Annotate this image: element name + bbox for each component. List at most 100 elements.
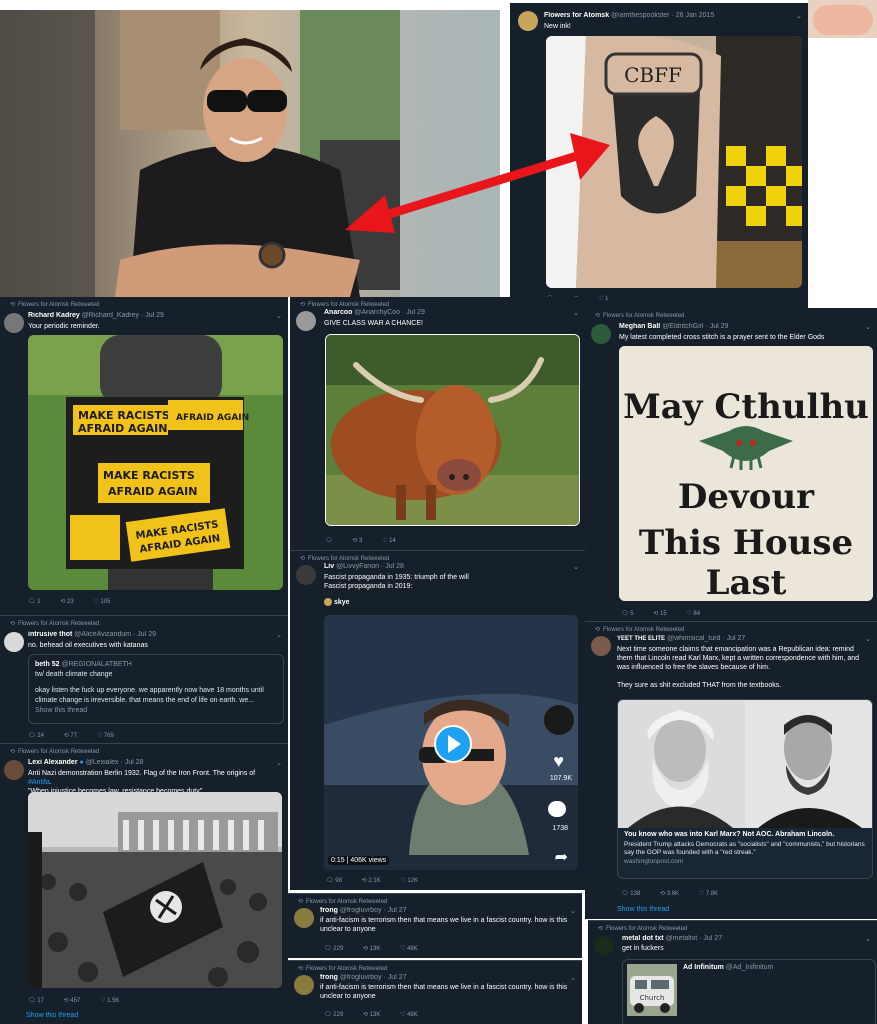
kadrey-tweet[interactable]: ⟲ Flowers for Atomsk Retweeted Richard Ka… [0,297,288,615]
hashtag-link[interactable]: #Antifa [28,779,50,786]
retweet-label: ⟲ Flowers for Atomsk Retweeted [10,302,100,308]
show-thread-link[interactable]: Show this thread [26,1012,78,1019]
play-button[interactable] [434,725,472,763]
author-name[interactable]: intrusive thot [28,631,72,638]
intrusive-tweet[interactable]: ⟲ Flowers for Atomsk Retweeted intrusive … [0,615,288,743]
stitch-line-2: Devour [678,477,815,517]
retweet-count[interactable]: ⟲ 15 [653,611,666,617]
sticker-photo[interactable]: MAKE RACISTS AFRAID AGAIN AFRAID AGAIN M… [28,335,283,590]
like-count[interactable]: ♡ 12K [400,878,418,884]
chevron-down-icon[interactable]: ⌄ [865,323,871,331]
reply-count[interactable]: 🗨 5 [621,611,634,617]
chevron-down-icon[interactable]: ⌄ [570,907,576,915]
like-count[interactable]: ♡ 48K [400,1012,418,1018]
frong-tweet[interactable]: ⟲ Flowers for Atomsk Retweeted frong @fro… [288,893,582,958]
police-video[interactable]: ♥ 107.9K 1738 ➦ 0:15 | 406K views [324,615,578,870]
link-card[interactable]: You know who was into Karl Marx? Not AOC… [617,699,873,879]
author-name[interactable]: Lexi Alexander [28,759,78,766]
comment-icon[interactable] [548,801,566,817]
like-icon[interactable]: ♡ 1 [598,296,608,302]
reply-count[interactable]: 🗨 229 [324,1012,343,1018]
chevron-down-icon[interactable]: ⌄ [276,631,282,639]
reply-count[interactable]: 🗨 229 [324,946,343,952]
author-name[interactable]: metal dot txt [622,935,664,942]
reply-icon[interactable]: 🗨 [325,538,333,544]
author-name[interactable]: Anarcoo [324,309,352,316]
avatar[interactable] [4,313,24,333]
like-count[interactable]: ♡ 14 [382,538,396,544]
retweet-label: ⟲ Flowers for Atomsk Retweeted [595,627,685,633]
show-thread-link[interactable]: Show this thread [617,906,669,913]
author-name[interactable]: frong [320,974,338,981]
like-count[interactable]: ♡ 84 [686,611,700,617]
retweet-count[interactable]: ⟲ 13K [363,1012,380,1018]
retweet-count[interactable]: ⟲ 3 [352,538,362,544]
share-icon[interactable]: ➦ [555,847,568,867]
reply-count[interactable]: 🗨 98 [326,878,342,884]
chevron-down-icon[interactable]: ⌄ [573,563,579,571]
like-count[interactable]: ♡ 1.5K [100,998,119,1004]
avatar[interactable] [294,908,314,928]
author-handle: @Richard_Kadrey · Jul 29 [81,312,164,319]
author-handle: @EldritchGirl · Jul 29 [662,323,729,330]
author-name[interactable]: Meghan Ball [619,323,660,330]
quoted-author-name: Ad Infinitum [683,964,724,971]
cross-stitch-photo[interactable]: May Cthulhu Devour This House Last [619,346,873,601]
avatar[interactable] [4,632,24,652]
retweet-count[interactable]: ⟲ 2.1K [362,878,381,884]
avatar[interactable] [4,760,24,780]
avatar[interactable] [294,975,314,995]
avatar[interactable] [518,11,538,31]
yeet-tweet[interactable]: ⟲ Flowers for Atomsk Retweeted YEET THE E… [585,621,877,919]
metal-tweet[interactable]: ⟲ Flowers for Atomsk Retweeted metal dot … [588,920,877,1024]
avatar[interactable] [296,565,316,585]
retweet-count[interactable]: ⟲ 77 [64,733,77,739]
tweet-actions: 🗨 98 ⟲ 2.1K ♡ 12K [326,877,436,884]
chevron-down-icon[interactable]: ⌄ [865,635,871,643]
stitch-line-4: Last [706,563,787,601]
reply-count[interactable]: 🗨 1 [28,599,41,605]
avatar[interactable] [296,311,316,331]
retweet-count[interactable]: ⟲ 457 [64,998,81,1004]
heart-icon[interactable]: ♥ [553,751,564,772]
tweet-actions: 🗨 229 ⟲ 13K ♡ 48K [324,1011,436,1018]
author-name[interactable]: YEET THE ELITE [617,636,665,642]
avatar[interactable] [594,936,614,956]
reply-count[interactable]: 🗨 138 [621,891,640,897]
meghan-tweet[interactable]: ⟲ Flowers for Atomsk Retweeted Meghan Bal… [585,308,877,621]
chevron-down-icon[interactable]: ⌄ [570,974,576,982]
author-name[interactable]: Liv [324,563,334,570]
quoted-tweet[interactable]: Church Ad Infinitum @Ad_Inifinitum [622,959,876,1024]
frong-tweet-repeat[interactable]: ⟲ Flowers for Atomsk Retweeted frong @fro… [288,960,582,1024]
chevron-down-icon[interactable]: ⌄ [276,759,282,767]
sub-author[interactable]: skye [324,598,350,606]
chevron-down-icon[interactable]: ⌄ [573,309,579,317]
like-count[interactable]: ♡ 769 [97,733,114,739]
author-handle: @frogluvrboy · Jul 27 [339,907,407,914]
berlin-photo[interactable] [28,792,282,988]
retweet-count[interactable]: ⟲ 13K [363,946,380,952]
reply-count[interactable]: 🗨 17 [28,998,44,1004]
author-name[interactable]: frong [320,907,338,914]
retweet-count[interactable]: ⟲ 3.6K [660,891,679,897]
author-name[interactable]: Flowers for Atomsk [544,12,609,19]
like-count[interactable]: ♡ 48K [400,946,418,952]
highland-cow-photo[interactable] [325,334,580,526]
liv-tweet[interactable]: ⟲ Flowers for Atomsk Retweeted Liv @Livvy… [290,550,585,890]
retweet-icon: ⟲ [595,627,601,633]
show-thread-link[interactable]: Show this thread [35,706,277,716]
chevron-down-icon[interactable]: ⌄ [865,935,871,943]
chevron-down-icon[interactable]: ⌄ [276,312,282,320]
reply-count[interactable]: 🗨 24 [28,733,44,739]
like-count[interactable]: ♡ 7.8K [699,891,718,897]
author-name[interactable]: Richard Kadrey [28,312,80,319]
lexi-tweet[interactable]: ⟲ Flowers for Atomsk Retweeted Lexi Alexa… [0,743,288,1024]
chevron-down-icon[interactable]: ⌄ [796,12,802,20]
retweet-count[interactable]: ⟲ 23 [60,599,73,605]
avatar[interactable] [591,324,611,344]
like-count[interactable]: ♡ 105 [93,599,110,605]
anarcoo-tweet[interactable]: ⟲ Flowers for Atomsk Retweeted Anarcoo @A… [290,297,585,550]
video-time: 0:15 | 406K views [328,856,390,865]
avatar[interactable] [591,636,611,656]
quoted-tweet[interactable]: beth 52 @REGIONALATBETH tw/ death climat… [28,654,284,724]
